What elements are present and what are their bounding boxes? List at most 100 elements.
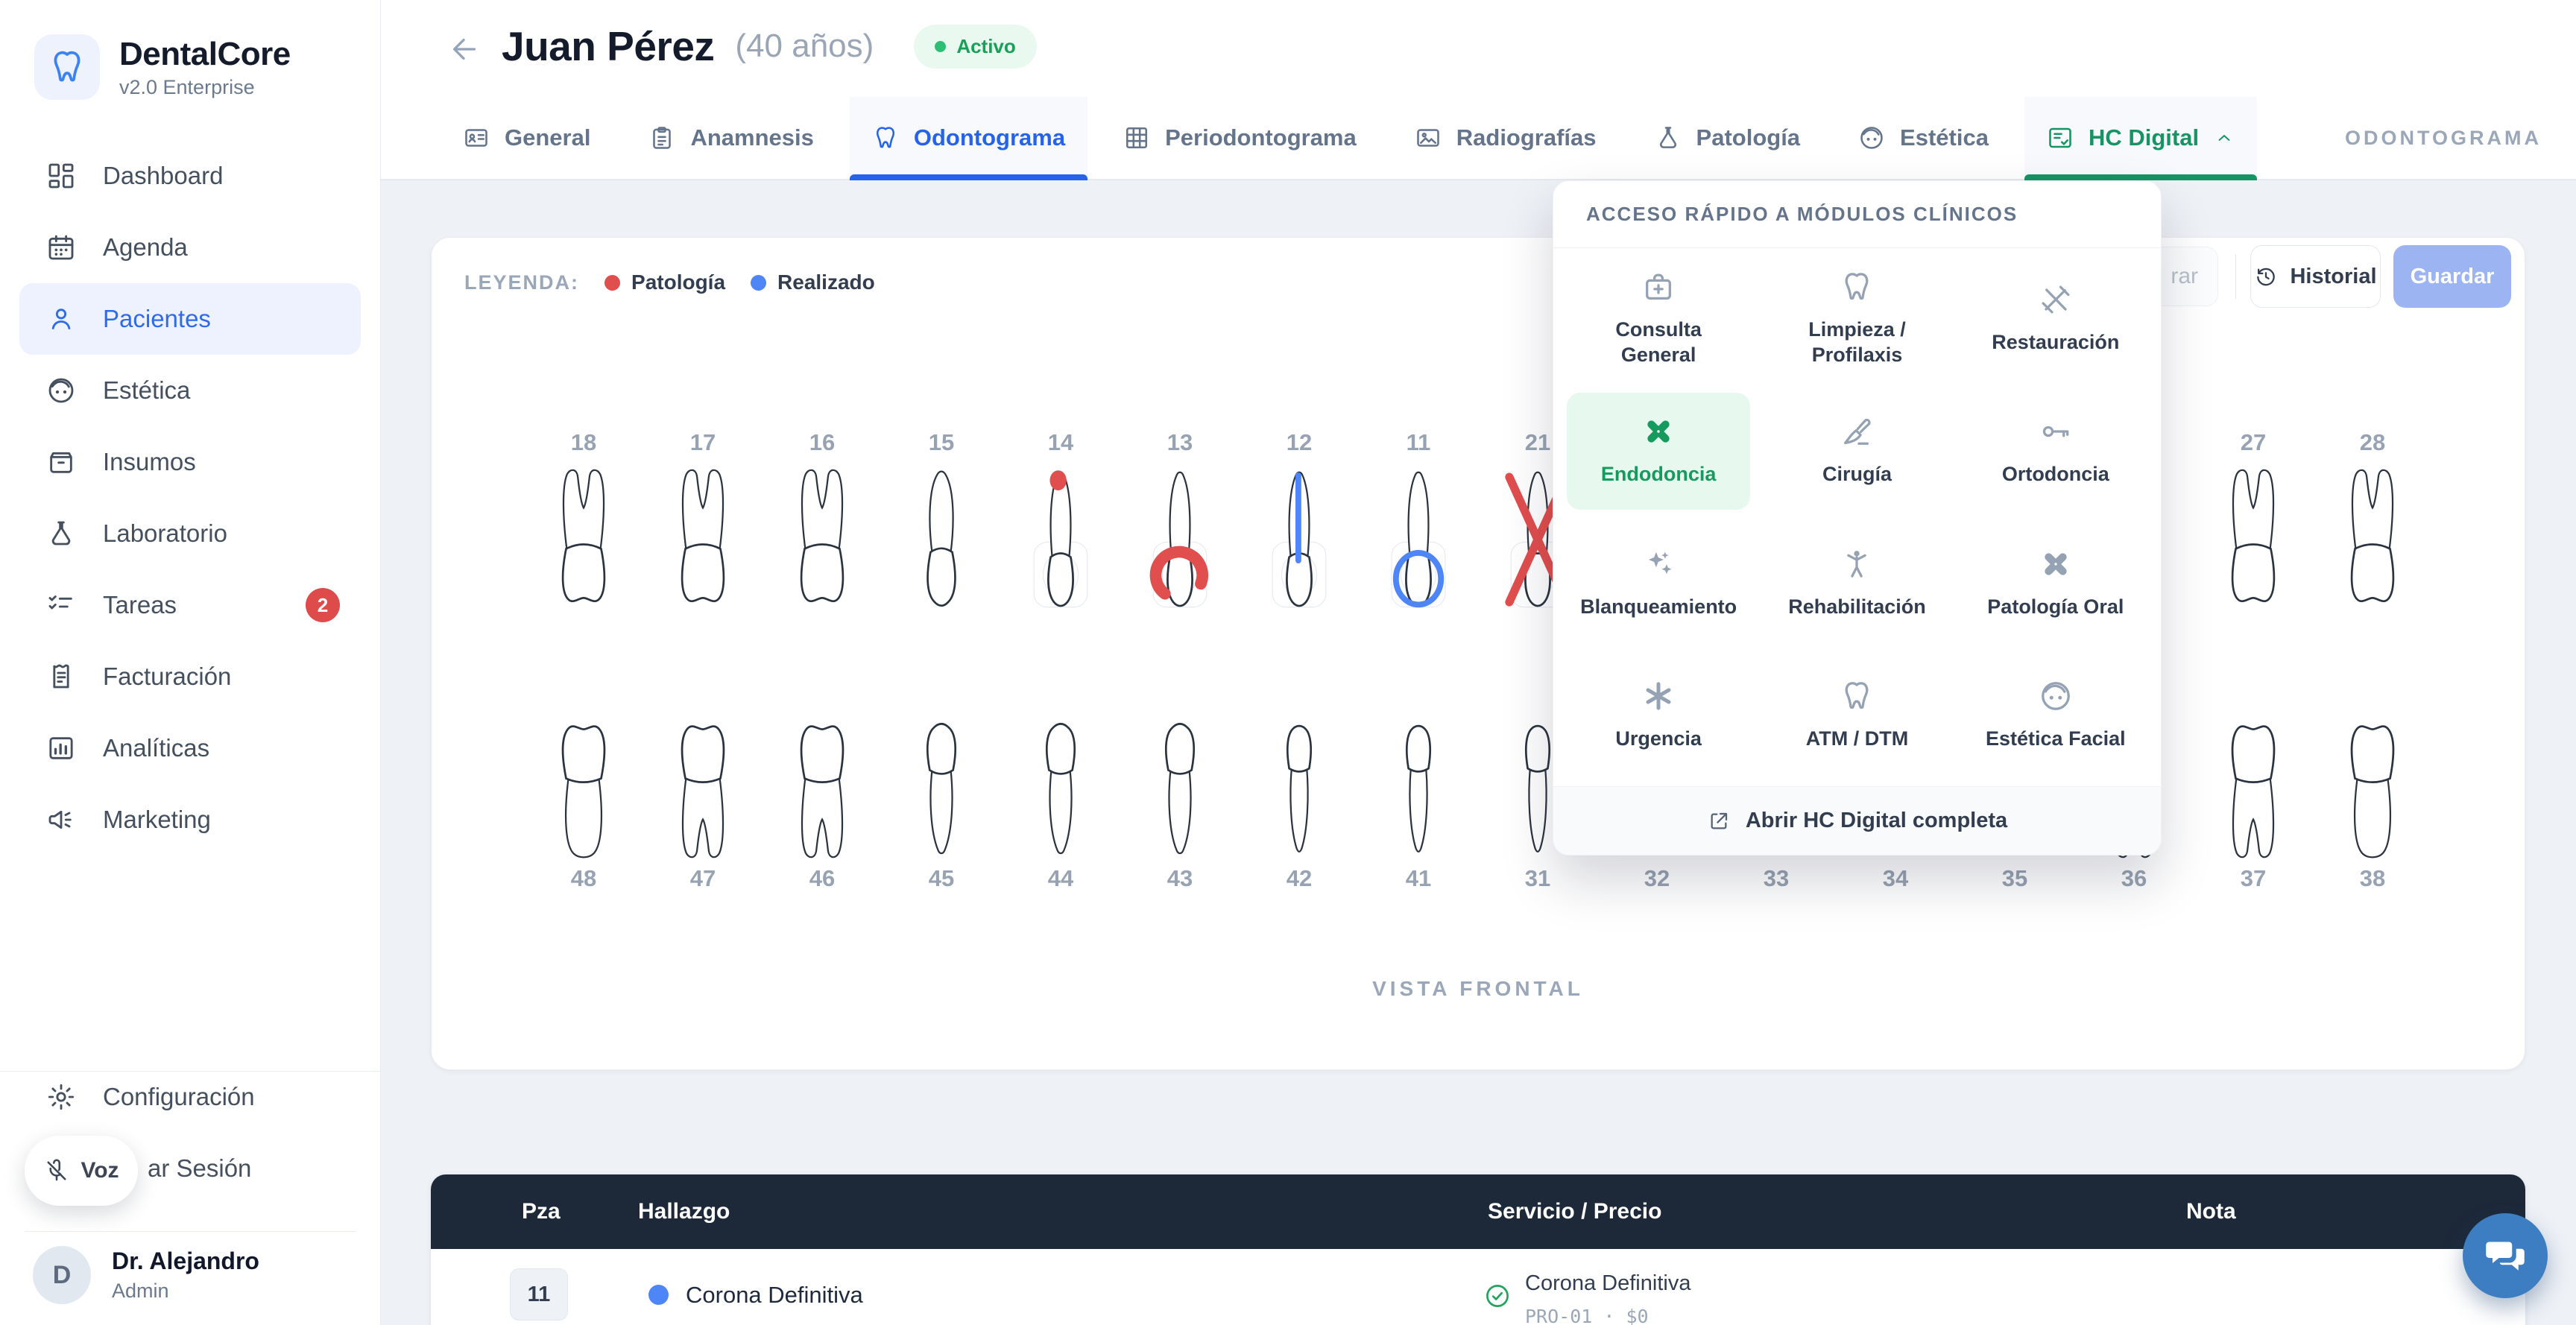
sidebar-item-analiticas[interactable]: Analíticas xyxy=(19,712,361,784)
tooth-48[interactable]: 48 xyxy=(524,690,643,898)
module-cell: Consulta General xyxy=(1559,253,1758,385)
legend: LEYENDA: PatologíaRealizado xyxy=(464,260,875,305)
service-code: PRO-01 · $0 xyxy=(1525,1306,1649,1325)
module-cell: Limpieza / Profilaxis xyxy=(1758,253,1956,385)
tab-periodontograma[interactable]: Periodontograma xyxy=(1101,97,1379,179)
tooth-45[interactable]: 45 xyxy=(882,690,1001,898)
tooth-41[interactable]: 41 xyxy=(1359,690,1478,898)
historial-button[interactable]: Historial xyxy=(2250,245,2381,308)
module-patolog-a-oral[interactable]: Patología Oral xyxy=(1964,525,2147,642)
chevron-up-icon xyxy=(2214,127,2235,148)
calendar-icon xyxy=(46,233,76,262)
legend-item: Patología xyxy=(604,271,725,294)
sidebar-item-tareas[interactable]: Tareas2 xyxy=(19,569,361,641)
column-header: Nota xyxy=(2186,1174,2236,1249)
patient-age: (40 años) xyxy=(735,28,874,65)
odontogram-card: LEYENDA: PatologíaRealizado rar Historia… xyxy=(431,237,2525,1070)
chat-fab-button[interactable] xyxy=(2463,1213,2548,1298)
voice-toggle-pill[interactable]: Voz xyxy=(25,1136,138,1206)
module-label: Consulta General xyxy=(1567,317,1750,368)
tooth-number: 41 xyxy=(1406,865,1431,898)
toolbar-divider xyxy=(2235,254,2236,299)
user-profile[interactable]: D Dr. Alejandro Admin xyxy=(33,1246,259,1304)
sidebar-item-label: Configuración xyxy=(103,1083,255,1111)
tooth-15[interactable]: 15 xyxy=(882,429,1001,637)
tooth-icon xyxy=(872,124,899,151)
table-row[interactable]: 11Corona DefinitivaCorona DefinitivaPRO-… xyxy=(431,1249,2525,1325)
module-cirug-a[interactable]: Cirugía xyxy=(1765,393,1948,510)
tooth-number: 17 xyxy=(690,429,716,462)
chart-icon xyxy=(46,733,76,763)
module-est-tica-facial[interactable]: Estética Facial xyxy=(1964,657,2147,775)
tooth-27[interactable]: 27 xyxy=(2194,429,2313,637)
module-endodoncia[interactable]: Endodoncia xyxy=(1567,393,1750,510)
tooth-47[interactable]: 47 xyxy=(643,690,763,898)
quick-access-title: ACCESO RÁPIDO A MÓDULOS CLÍNICOS xyxy=(1553,181,2161,248)
sidebar-item-agenda[interactable]: Agenda xyxy=(19,212,361,283)
module-ortodoncia[interactable]: Ortodoncia xyxy=(1964,393,2147,510)
mic-off-icon xyxy=(43,1157,70,1184)
sidebar-item-facturacion[interactable]: Facturación xyxy=(19,641,361,712)
legend-dot xyxy=(751,275,766,291)
tooth-42[interactable]: 42 xyxy=(1240,690,1359,898)
sidebar-item-pacientes[interactable]: Pacientes xyxy=(19,283,361,355)
tooth-37[interactable]: 37 xyxy=(2194,690,2313,898)
tab-general[interactable]: General xyxy=(441,97,613,179)
module-label: ATM / DTM xyxy=(1796,727,1919,752)
tareas-badge: 2 xyxy=(306,588,340,622)
tooth-number: 16 xyxy=(809,429,835,462)
tab-patologia[interactable]: Patología xyxy=(1632,97,1823,179)
sidebar-item-label: Laboratorio xyxy=(103,519,227,548)
tooth-28[interactable]: 28 xyxy=(2313,429,2432,637)
tooth-13[interactable]: 13 xyxy=(1120,429,1240,637)
module-limpieza-profilaxis[interactable]: Limpieza / Profilaxis xyxy=(1765,260,1948,378)
app-version: v2.0 Enterprise xyxy=(119,76,291,99)
tooth-43[interactable]: 43 xyxy=(1120,690,1240,898)
guardar-button[interactable]: Guardar xyxy=(2393,245,2511,308)
tooth-46[interactable]: 46 xyxy=(763,690,882,898)
open-hc-digital-link[interactable]: Abrir HC Digital completa xyxy=(1553,786,2161,855)
tooth-17[interactable]: 17 xyxy=(643,429,763,637)
tab-label: Estética xyxy=(1900,124,1989,151)
tooth-12[interactable]: 12 xyxy=(1240,429,1359,637)
flask-icon xyxy=(1655,124,1682,151)
tooth-11[interactable]: 11 xyxy=(1359,429,1478,637)
tooth-14[interactable]: 14 xyxy=(1001,429,1120,637)
module-cell: ATM / DTM xyxy=(1758,650,1956,782)
tooth-number: 48 xyxy=(571,865,596,898)
tab-hc_digital[interactable]: HC Digital xyxy=(2024,97,2257,179)
module-atm-dtm[interactable]: ATM / DTM xyxy=(1765,657,1948,775)
sidebar-item-label: Marketing xyxy=(103,806,211,834)
module-rehabilitaci-n[interactable]: Rehabilitación xyxy=(1765,525,1948,642)
sidebar: DentalCore v2.0 Enterprise DashboardAgen… xyxy=(0,0,381,1325)
sidebar-item-dashboard[interactable]: Dashboard xyxy=(19,140,361,212)
back-button[interactable] xyxy=(442,27,487,72)
tooth-number: 28 xyxy=(2360,429,2385,462)
tab-odontograma[interactable]: Odontograma xyxy=(850,97,1087,179)
tooth-18[interactable]: 18 xyxy=(524,429,643,637)
tab-anamnesis[interactable]: Anamnesis xyxy=(626,97,836,179)
module-consulta-general[interactable]: Consulta General xyxy=(1567,260,1750,378)
sidebar-item-estetica[interactable]: Estética xyxy=(19,355,361,426)
module-cell: Estética Facial xyxy=(1957,650,2155,782)
sidebar-item-configuracion[interactable]: Configuración xyxy=(19,1061,361,1133)
sidebar-item-insumos[interactable]: Insumos xyxy=(19,426,361,498)
module-cell: Blanqueamiento xyxy=(1559,517,1758,650)
tooth-number: 15 xyxy=(929,429,954,462)
sidebar-item-marketing[interactable]: Marketing xyxy=(19,784,361,856)
avatar: D xyxy=(33,1246,91,1304)
tooth-16[interactable]: 16 xyxy=(763,429,882,637)
module-restauraci-n[interactable]: Restauración xyxy=(1964,260,2147,378)
module-cell: Urgencia xyxy=(1559,650,1758,782)
module-urgencia[interactable]: Urgencia xyxy=(1567,657,1750,775)
module-blanqueamiento[interactable]: Blanqueamiento xyxy=(1567,525,1750,642)
tooth-number: 34 xyxy=(1883,865,1908,898)
sidebar-item-laboratorio[interactable]: Laboratorio xyxy=(19,498,361,569)
tab-estetica[interactable]: Estética xyxy=(1836,97,2011,179)
external-icon xyxy=(1707,809,1731,833)
micoff-icon xyxy=(43,1157,70,1184)
tooth-44[interactable]: 44 xyxy=(1001,690,1120,898)
tooth-38[interactable]: 38 xyxy=(2313,690,2432,898)
sidebar-item-logout-partial[interactable]: ar Sesión xyxy=(148,1154,251,1183)
tab-radiografias[interactable]: Radiografías xyxy=(1392,97,1619,179)
